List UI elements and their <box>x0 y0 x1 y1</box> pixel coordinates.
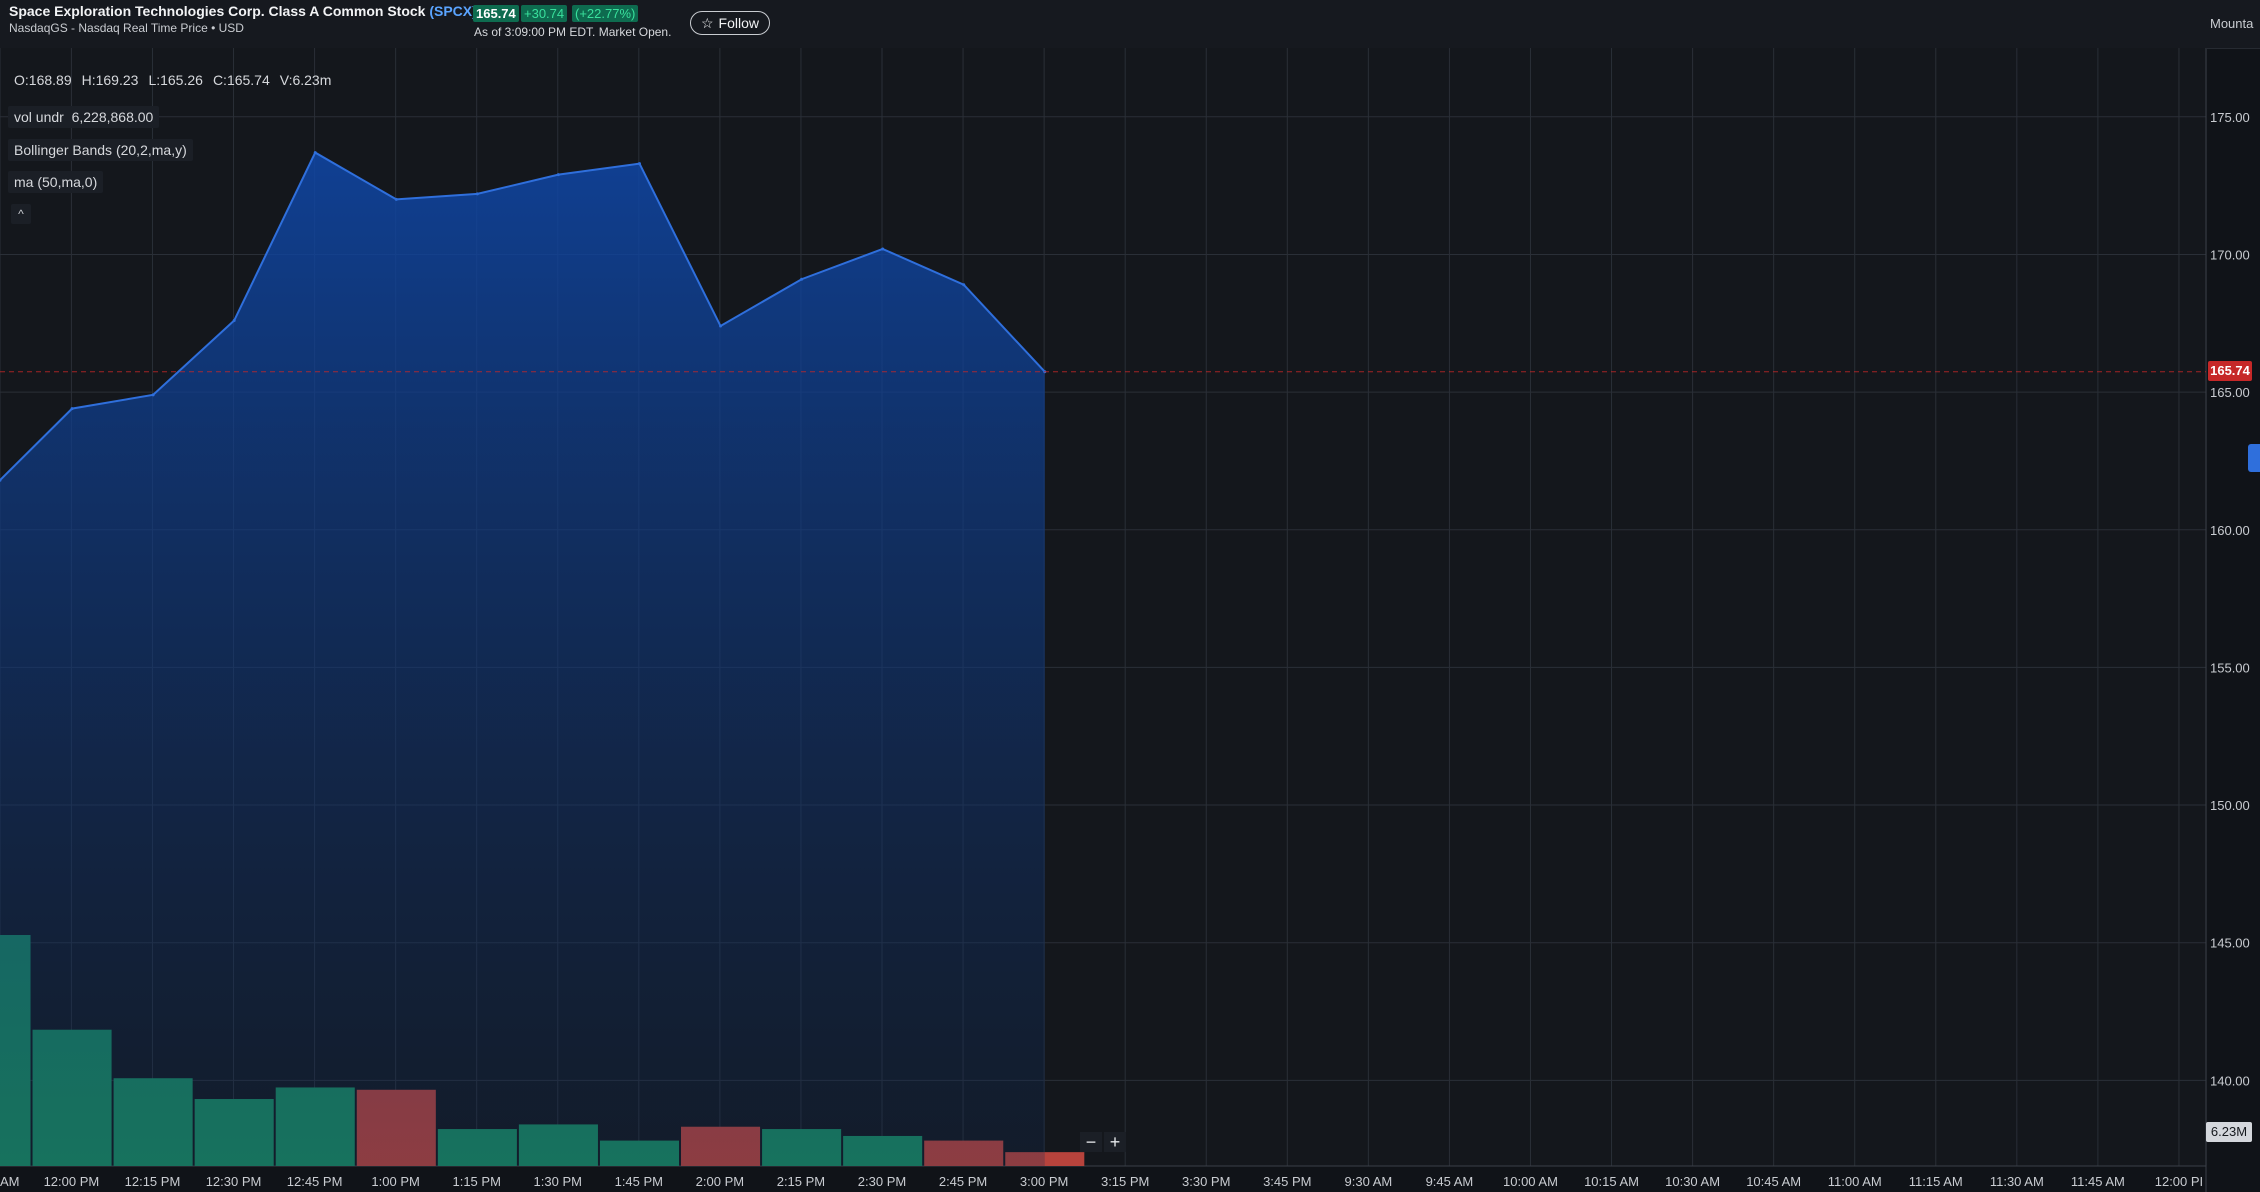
x-axis-tick-label: 2:00 PM <box>696 1174 744 1189</box>
y-axis-tick-label: 160.00 <box>2210 523 2250 538</box>
star-outline-icon: ☆ <box>700 14 714 31</box>
volume-value: V:6.23m <box>279 72 332 88</box>
price-badge: 165.74 <box>473 5 519 22</box>
volume-study-label: vol undr <box>14 109 64 125</box>
price-point <box>151 393 155 397</box>
company-name: Space Exploration Technologies Corp. Cla… <box>9 3 426 19</box>
low-value: L:165.26 <box>148 72 203 88</box>
last-price-tag: 165.74 <box>2208 361 2252 381</box>
security-title: Space Exploration Technologies Corp. Cla… <box>9 3 477 19</box>
bollinger-study-chip[interactable]: Bollinger Bands (20,2,ma,y) <box>8 139 193 161</box>
x-axis-tick-label: 1:30 PM <box>534 1174 582 1189</box>
x-axis-tick-label: 11:30 AM <box>1990 1174 2044 1189</box>
y-axis-tick-label: 170.00 <box>2210 247 2250 262</box>
x-axis-tick-label: 9:30 AM <box>1345 1174 1393 1189</box>
chart-plot-area[interactable]: 175.00 170.00 165.00 160.00 155.00 150.00 145.… <box>0 48 2250 1192</box>
price-area-fill <box>0 152 1045 1166</box>
x-axis-tick-label: 10:15 AM <box>1584 1174 1639 1189</box>
price-point <box>556 173 560 177</box>
x-axis-tick-label: 9:45 AM <box>1426 1174 1474 1189</box>
x-axis-tick-label: 3:15 PM <box>1101 1174 1149 1189</box>
follow-button-label: Follow <box>718 15 760 31</box>
price-point <box>881 247 885 251</box>
y-axis-tick-label: 140.00 <box>2210 1073 2250 1088</box>
timezone-label[interactable]: Mounta <box>2210 16 2253 31</box>
price-point <box>232 319 236 323</box>
x-axis-tick-label: 10:30 AM <box>1665 1174 1720 1189</box>
x-axis-tick-label: 2:45 PM <box>939 1174 987 1189</box>
chart-header: Space Exploration Technologies Corp. Cla… <box>0 0 2260 49</box>
high-value: H:169.23 <box>81 72 139 88</box>
volume-study-chip[interactable]: vol undr 6,228,868.00 <box>8 106 160 128</box>
x-axis-tick-label: 3:30 PM <box>1182 1174 1230 1189</box>
x-axis-tick-label: 1:15 PM <box>452 1174 500 1189</box>
price-point <box>637 162 641 166</box>
y-axis-tick-label: 175.00 <box>2210 110 2250 125</box>
price-point <box>962 283 966 287</box>
price-point <box>70 407 74 411</box>
ohlc-legend: O:168.89 H:169.23 L:165.26 C:165.74 V:6.23m <box>14 72 341 88</box>
zoom-out-button[interactable]: − <box>1080 1132 1102 1152</box>
price-point <box>475 192 479 196</box>
price-point <box>800 277 804 281</box>
y-axis-tick-label: 155.00 <box>2210 660 2250 675</box>
ma-study-chip[interactable]: ma (50,ma,0) <box>8 171 104 193</box>
x-axis-tick-label: 10:00 AM <box>1503 1174 1558 1189</box>
price-point <box>313 151 317 155</box>
x-axis-tick-label: 12:00 PI <box>2155 1174 2203 1189</box>
x-axis-tick-label: 1:00 PM <box>371 1174 419 1189</box>
x-axis-tick-label: 11:00 AM <box>1828 1174 1882 1189</box>
volume-study-value: 6,228,868.00 <box>71 109 154 125</box>
x-axis-tick-label: 3:45 PM <box>1263 1174 1311 1189</box>
open-value: O:168.89 <box>14 72 72 88</box>
chevron-up-icon[interactable]: ^ <box>11 204 31 224</box>
follow-button[interactable]: ☆ Follow <box>690 11 770 35</box>
exchange-line: NasdaqGS - Nasdaq Real Time Price • USD <box>9 21 244 35</box>
change-percent-badge: (+22.77%) <box>572 5 639 22</box>
x-axis-tick-label: 10:45 AM <box>1746 1174 1801 1189</box>
price-point <box>394 197 398 201</box>
x-axis-tick-label: 2:30 PM <box>858 1174 906 1189</box>
ticker-symbol[interactable]: (SPCX) <box>429 3 476 19</box>
x-axis-tick-label: 3:00 PM <box>1020 1174 1068 1189</box>
x-axis-tick-label: 11:45 AM <box>2071 1174 2125 1189</box>
change-badge: +30.74 <box>521 5 568 22</box>
y-axis-tick-label: 150.00 <box>2210 798 2250 813</box>
x-axis-tick-label: 1:45 PM <box>615 1174 663 1189</box>
x-axis-tick-label: 2:15 PM <box>777 1174 825 1189</box>
chart-canvas[interactable]: 175.00 170.00 165.00 160.00 155.00 150.00 145.… <box>0 48 2260 1192</box>
x-axis-tick-label: 12:15 PM <box>125 1174 181 1189</box>
x-axis-tick-label: 12:30 PM <box>206 1174 262 1189</box>
close-value: C:165.74 <box>212 72 270 88</box>
x-axis-tick-label: 12:45 PM <box>287 1174 343 1189</box>
x-axis-tick-label: 12:00 PM <box>44 1174 100 1189</box>
zoom-in-button[interactable]: + <box>1104 1132 1126 1152</box>
x-axis-tick-label: 11:15 AM <box>1909 1174 1963 1189</box>
price-point <box>719 324 723 328</box>
y-axis-scroll-handle[interactable] <box>2248 444 2260 472</box>
as-of-timestamp: As of 3:09:00 PM EDT. Market Open. <box>474 25 672 39</box>
y-axis-tick-label: 165.00 <box>2210 385 2250 400</box>
y-axis-tick-label: 145.00 <box>2210 936 2250 951</box>
volume-tag: 6.23M <box>2206 1122 2252 1142</box>
x-axis-tick-label: AM <box>0 1174 20 1189</box>
